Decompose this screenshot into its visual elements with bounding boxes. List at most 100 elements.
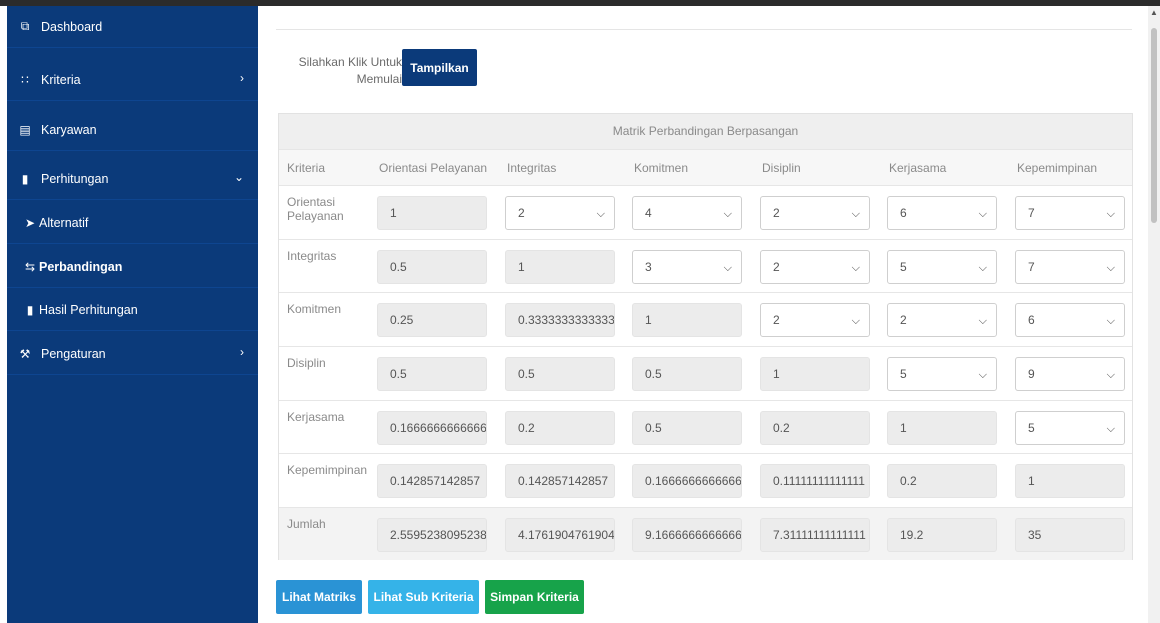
cell-value: 0.2 (773, 421, 790, 435)
cell-value: 1 (900, 421, 907, 435)
comparison-value-field: 2.5595238095238 (377, 518, 487, 552)
cell-value: 2 (773, 313, 780, 327)
cell-value: 0.1666666666666 (645, 474, 742, 488)
cell-value: 1 (645, 313, 652, 327)
comparison-select[interactable]: 2 ⌵ (505, 196, 615, 230)
view-sub-criteria-button[interactable]: Lihat Sub Kriteria (368, 580, 479, 614)
book-icon: ▮ (21, 171, 29, 186)
sidebar: ⧉ Dashboard ∷ Kriteria › ▤ Karyawan ▮ Pe… (7, 6, 258, 623)
cell-value: 0.142857142857 (518, 474, 609, 488)
comparison-select[interactable]: 9 ⌵ (1015, 357, 1125, 391)
chevron-down-icon: ⌵ (1106, 369, 1115, 381)
vertical-scrollbar[interactable]: ▲ (1148, 6, 1160, 623)
comparison-value-field: 0.11111111111111 (760, 464, 870, 498)
cell-value: 1 (773, 367, 780, 381)
scrollbar-thumb[interactable] (1151, 28, 1157, 223)
sidebar-item-perbandingan[interactable]: ⇆ Perbandingan (7, 246, 258, 288)
send-icon: ➤ (24, 215, 36, 230)
cell-value: 6 (1028, 313, 1035, 327)
comparison-select[interactable]: 2 ⌵ (760, 250, 870, 284)
sidebar-item-perhitungan[interactable]: ▮ Perhitungan ⌄ (7, 158, 258, 200)
cell-value: 7 (1028, 260, 1035, 274)
cell-value: 7.31111111111111 (773, 528, 866, 542)
matrix-row: Orientasi Pelayanan 1 2 ⌵ 4 ⌵ 2 ⌵ 6 ⌵ 7 ⌵ (279, 185, 1132, 239)
chevron-right-icon: › (240, 345, 244, 359)
scroll-up-icon[interactable]: ▲ (1148, 8, 1160, 17)
chevron-down-icon: ⌵ (978, 262, 987, 274)
comparison-select[interactable]: 4 ⌵ (632, 196, 742, 230)
comparison-select[interactable]: 7 ⌵ (1015, 250, 1125, 284)
comparison-value-field: 0.5 (632, 357, 742, 391)
column-header: Integritas (507, 161, 557, 175)
comparison-value-field: 1 (760, 357, 870, 391)
sidebar-item-label: Kriteria (41, 72, 81, 87)
save-criteria-button[interactable]: Simpan Kriteria (485, 580, 584, 614)
comparison-select[interactable]: 3 ⌵ (632, 250, 742, 284)
comparison-select[interactable]: 6 ⌵ (1015, 303, 1125, 337)
sidebar-item-label: Perhitungan (41, 171, 109, 186)
cell-value: 0.2 (518, 421, 535, 435)
row-label: Jumlah (287, 517, 326, 531)
matrix-row: Komitmen 0.25 0.3333333333333 1 2 ⌵ 2 ⌵ 6 ⌵ (279, 292, 1132, 346)
column-header: Kriteria (287, 161, 326, 175)
cell-value: 0.142857142857 (390, 474, 481, 488)
sidebar-item-label: Alternatif (39, 215, 89, 230)
comparison-select[interactable]: 5 ⌵ (887, 357, 997, 391)
comparison-value-field: 7.31111111111111 (760, 518, 870, 552)
comparison-select[interactable]: 2 ⌵ (760, 303, 870, 337)
sidebar-item-karyawan[interactable]: ▤ Karyawan (7, 109, 258, 151)
cell-value: 1 (518, 260, 525, 274)
comparison-value-field: 35 (1015, 518, 1125, 552)
show-button[interactable]: Tampilkan (402, 49, 477, 86)
comparison-value-field: 1 (1015, 464, 1125, 498)
comparison-select[interactable]: 5 ⌵ (887, 250, 997, 284)
sidebar-item-dashboard[interactable]: ⧉ Dashboard (7, 6, 258, 48)
row-label: Integritas (287, 249, 337, 263)
cell-value: 0.2 (900, 474, 917, 488)
chevron-down-icon: ⌵ (978, 369, 987, 381)
sidebar-item-label: Pengaturan (41, 346, 106, 361)
comparison-select[interactable]: 5 ⌵ (1015, 411, 1125, 445)
cell-value: 9 (1028, 367, 1035, 381)
cell-value: 35 (1028, 528, 1042, 542)
sidebar-item-hasil-perhitungan[interactable]: ▮ Hasil Perhitungan (7, 289, 258, 331)
comparison-select[interactable]: 6 ⌵ (887, 196, 997, 230)
row-label: Kepemimpinan (287, 463, 368, 477)
intro-line-2: Memulai (356, 72, 402, 86)
sidebar-item-label: Perbandingan (39, 259, 123, 274)
comparison-value-field: 1 (632, 303, 742, 337)
cell-value: 0.11111111111111 (773, 474, 865, 488)
sidebar-item-pengaturan[interactable]: ⚒ Pengaturan › (7, 333, 258, 375)
comparison-select[interactable]: 7 ⌵ (1015, 196, 1125, 230)
cell-value: 5 (900, 367, 907, 381)
chevron-down-icon: ⌵ (723, 262, 732, 274)
chevron-down-icon: ⌄ (233, 170, 244, 184)
cell-value: 9.1666666666666 (645, 528, 742, 542)
exchange-icon: ⇆ (24, 259, 36, 274)
sidebar-item-alternatif[interactable]: ➤ Alternatif (7, 202, 258, 244)
cell-value: 0.3333333333333 (518, 313, 615, 327)
cell-value: 0.25 (390, 313, 414, 327)
chevron-down-icon: ⌵ (1106, 262, 1115, 274)
comparison-value-field: 0.3333333333333 (505, 303, 615, 337)
comparison-value-field: 4.1761904761904 (505, 518, 615, 552)
cell-value: 5 (900, 260, 907, 274)
chevron-down-icon: ⌵ (851, 315, 860, 327)
column-header: Orientasi Pelayanan (379, 161, 488, 175)
divider (276, 29, 1132, 30)
column-header: Kerjasama (889, 161, 947, 175)
sidebar-item-label: Karyawan (41, 122, 97, 137)
sidebar-item-kriteria[interactable]: ∷ Kriteria › (7, 59, 258, 101)
comparison-select[interactable]: 2 ⌵ (760, 196, 870, 230)
column-header: Disiplin (762, 161, 801, 175)
cell-value: 5 (1028, 421, 1035, 435)
comparison-select[interactable]: 2 ⌵ (887, 303, 997, 337)
view-matrix-button[interactable]: Lihat Matriks (276, 580, 362, 614)
cell-value: 4.1761904761904 (518, 528, 615, 542)
chevron-down-icon: ⌵ (1106, 315, 1115, 327)
cell-value: 1 (1028, 474, 1035, 488)
sidebar-item-label: Hasil Perhitungan (39, 302, 138, 317)
comparison-value-field: 0.2 (760, 411, 870, 445)
matrix-row: Disiplin 0.5 0.5 0.5 1 5 ⌵ 9 ⌵ (279, 346, 1132, 400)
comparison-value-field: 0.142857142857 (377, 464, 487, 498)
